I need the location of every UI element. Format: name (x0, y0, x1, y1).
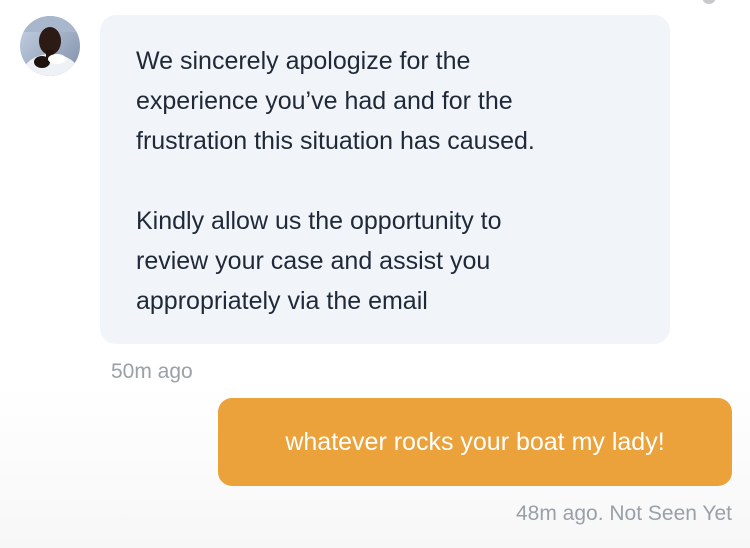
incoming-message-time: 50m ago (111, 360, 193, 383)
outgoing-message-status: 48m ago. Not Seen Yet (516, 502, 732, 525)
incoming-message-bubble: We sincerely apologize for the experienc… (100, 15, 670, 344)
message-paragraph: Kindly allow us the opportunity to revie… (136, 207, 502, 315)
chat-conversation: We sincerely apologize for the experienc… (0, 0, 750, 548)
user-photo-avatar-icon (20, 16, 80, 76)
contact-avatar[interactable] (20, 16, 80, 76)
incoming-message-text: We sincerely apologize for the experienc… (136, 41, 634, 321)
scroll-indicator (702, 0, 716, 4)
outgoing-message-bubble: whatever rocks your boat my lady! (218, 398, 732, 486)
message-paragraph: We sincerely apologize for the experienc… (136, 47, 535, 155)
outgoing-message-text: whatever rocks your boat my lady! (285, 428, 665, 456)
